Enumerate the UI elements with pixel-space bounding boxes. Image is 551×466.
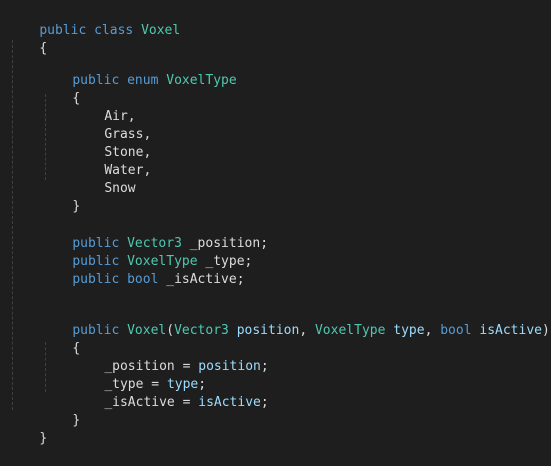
code-line-constructor-close-brace: } bbox=[41, 394, 80, 428]
semicolon: ; bbox=[260, 359, 269, 374]
code-line-constructor-open-brace: { bbox=[41, 322, 80, 356]
semicolon: ; bbox=[236, 272, 245, 287]
class-name: Voxel bbox=[141, 23, 181, 38]
parameter-name: isActive bbox=[198, 395, 261, 410]
code-line-enum-member: Air, bbox=[73, 90, 135, 124]
code-line-class-declaration: public class Voxel bbox=[8, 4, 180, 38]
code-line-enum-member: Water, bbox=[73, 144, 151, 178]
field-name: _isActive bbox=[104, 395, 175, 410]
close-brace: } bbox=[72, 199, 81, 214]
code-line-field-position: public Vector3 _position; bbox=[41, 217, 268, 251]
indent-guide-class bbox=[12, 40, 13, 410]
comma: , bbox=[424, 323, 433, 338]
code-line-enum-member: Snow bbox=[73, 162, 135, 196]
code-line-enum-open-brace: { bbox=[41, 72, 80, 106]
semicolon: ; bbox=[260, 236, 269, 251]
enum-member: Snow bbox=[104, 181, 136, 196]
code-line-enum-member: Grass, bbox=[73, 108, 151, 142]
equals-operator: = bbox=[174, 395, 199, 410]
parameter-name: type bbox=[393, 323, 425, 338]
code-line-assign-isactive: _isActive = isActive; bbox=[73, 376, 268, 410]
field-name: _isActive bbox=[166, 272, 237, 287]
keyword-bool: bool bbox=[127, 272, 159, 287]
code-editor[interactable]: public class Voxel { public enum VoxelTy… bbox=[0, 0, 551, 446]
close-brace: } bbox=[72, 413, 81, 428]
enum-name: VoxelType bbox=[166, 73, 237, 88]
code-line-enum-declaration: public enum VoxelType bbox=[41, 54, 236, 88]
code-line-assign-position: _position = position; bbox=[73, 340, 268, 374]
code-line-enum-close-brace: } bbox=[41, 180, 80, 214]
comma: , bbox=[299, 323, 308, 338]
keyword-class: class bbox=[94, 23, 134, 38]
code-line-enum-member: Stone, bbox=[73, 126, 151, 160]
code-line-field-isactive: public bool _isActive; bbox=[41, 253, 244, 287]
code-line-class-open-brace: { bbox=[8, 22, 47, 56]
close-brace: } bbox=[39, 431, 48, 446]
constructor-name: Voxel bbox=[127, 323, 167, 338]
parameter-name: position bbox=[198, 359, 261, 374]
keyword-enum: enum bbox=[127, 73, 159, 88]
code-line-class-close-brace: } bbox=[8, 412, 47, 446]
open-paren: ( bbox=[166, 323, 175, 338]
code-line-field-type: public VoxelType _type; bbox=[41, 235, 252, 269]
semicolon: ; bbox=[244, 254, 253, 269]
type-vector3: Vector3 bbox=[174, 323, 229, 338]
parameter-name: isActive bbox=[479, 323, 542, 338]
type-voxeltype: VoxelType bbox=[314, 323, 386, 338]
keyword-bool: bool bbox=[440, 323, 472, 338]
keyword-public: public bbox=[72, 272, 120, 287]
parameter-name: position bbox=[236, 323, 300, 338]
comma: , bbox=[143, 163, 152, 178]
code-line-assign-type: _type = type; bbox=[73, 358, 206, 392]
semicolon: ; bbox=[260, 395, 269, 410]
close-paren: ) bbox=[542, 323, 550, 338]
code-line-constructor-signature: public Voxel(Vector3 position, VoxelType… bbox=[41, 304, 550, 338]
